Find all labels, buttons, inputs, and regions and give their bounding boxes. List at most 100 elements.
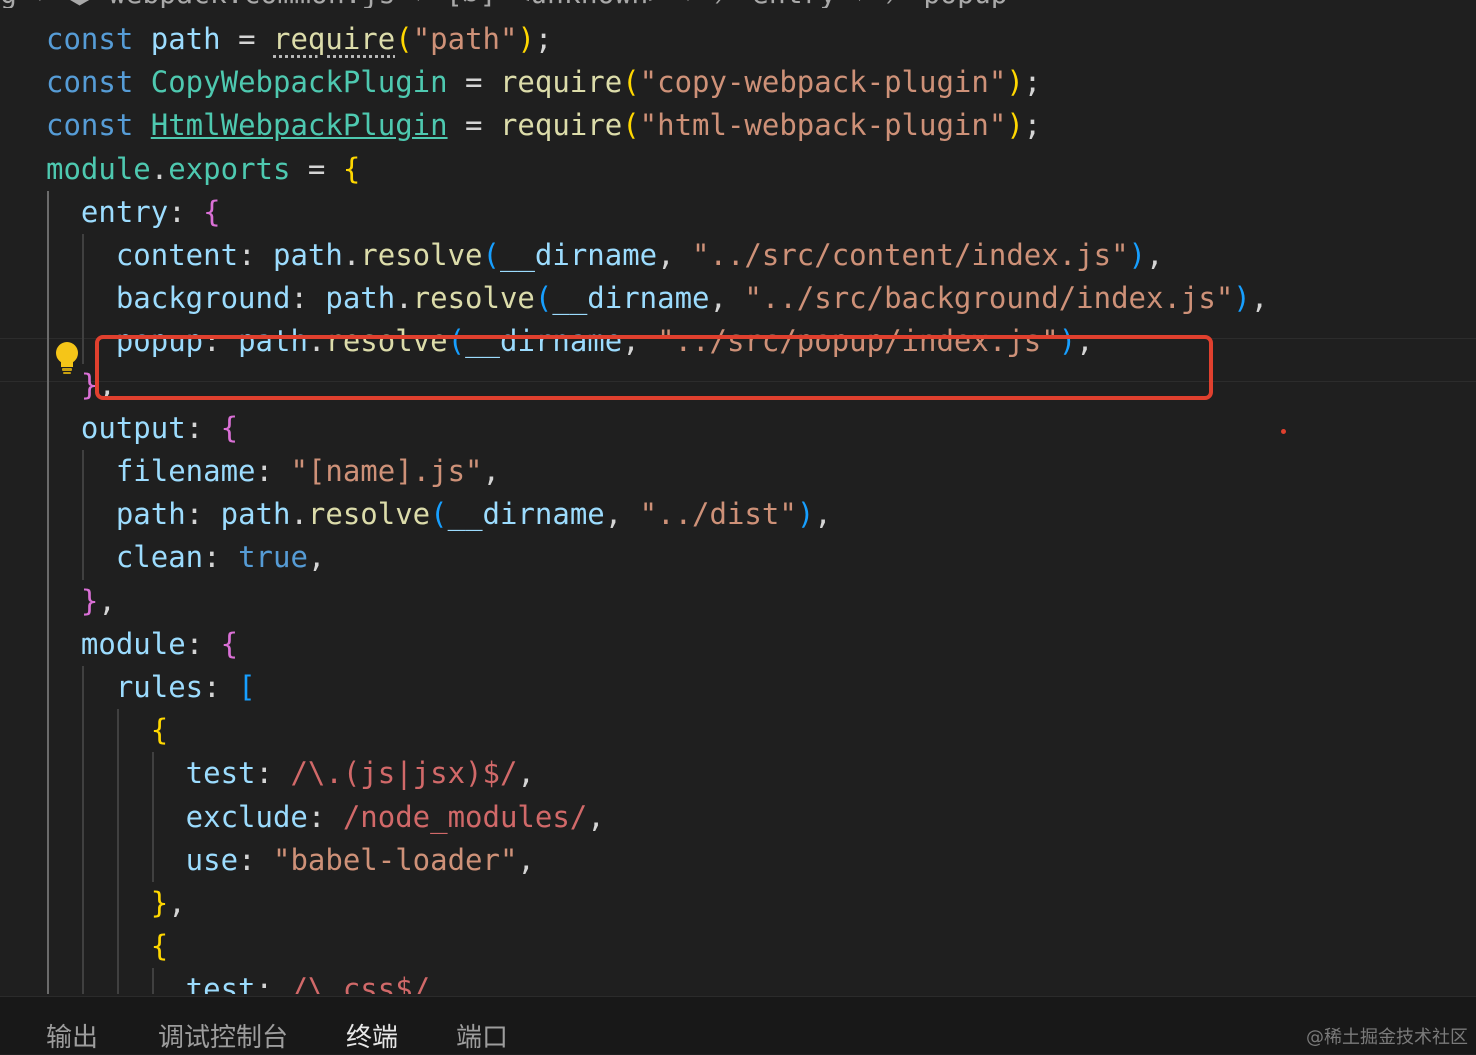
code-token: "../dist" — [639, 497, 797, 532]
code-token: ) — [796, 497, 815, 532]
code-token: , — [657, 238, 693, 272]
code-token: ) — [1233, 281, 1251, 316]
code-token: , — [709, 281, 745, 316]
code-token: . — [150, 151, 169, 186]
code-token: . — [290, 497, 308, 532]
code-token: test — [46, 756, 256, 791]
code-text: filename: "[name].js", — [46, 450, 500, 493]
bottom-panel: 输出 调试控制台 终端 端口 @稀土掘金技术社区 — [0, 996, 1476, 1054]
code-token: : — [255, 756, 291, 791]
code-token: resolve — [307, 497, 431, 532]
code-token: path — [325, 281, 396, 316]
code-token: entry — [46, 194, 169, 229]
code-token: { — [342, 151, 361, 186]
code-token: , — [517, 756, 535, 791]
code-token: } — [46, 583, 99, 618]
code-token: ; — [1023, 65, 1042, 100]
code-token: , — [168, 886, 186, 920]
code-token: : — [185, 410, 221, 445]
code-text: }, — [46, 580, 116, 623]
tab-terminal[interactable]: 终端 — [346, 1021, 398, 1055]
code-token: , — [98, 583, 116, 618]
code-token: /\.(js|jsx)$/ — [290, 756, 518, 791]
code-text: exclude: /node_modules/, — [46, 796, 605, 839]
code-token: : — [168, 194, 204, 229]
code-token: HtmlWebpackPlugin — [150, 108, 448, 143]
code-token: ( — [622, 108, 640, 143]
code-text: module: { — [46, 623, 238, 666]
code-token: require — [499, 108, 623, 143]
code-text: entry: { — [46, 191, 221, 234]
breadcrumb[interactable]: g › ⬢ webpack.common.js › [∅] <unknown> … — [0, 0, 1476, 8]
code-token: ( — [482, 238, 500, 272]
code-text: output: { — [46, 407, 238, 450]
code-token: ( — [534, 281, 553, 316]
code-token: module — [46, 626, 186, 661]
code-token: , — [587, 799, 605, 834]
code-token: const — [46, 108, 151, 143]
code-token: output — [46, 410, 186, 445]
code-token: : — [255, 972, 291, 994]
lightbulb-icon[interactable] — [53, 341, 81, 375]
code-token: , — [1250, 281, 1269, 316]
code-text: test: /\.css$/, — [46, 968, 448, 994]
code-text: use: "babel-loader", — [46, 839, 535, 882]
code-token: content — [46, 238, 239, 272]
tab-output[interactable]: 输出 — [46, 1021, 98, 1055]
code-token: : — [203, 670, 239, 704]
code-token: "babel-loader" — [272, 842, 518, 877]
annotation-highlight-box — [95, 335, 1213, 400]
code-token: clean — [46, 540, 204, 575]
code-token: , — [1146, 238, 1164, 272]
code-text: const CopyWebpackPlugin = require("copy-… — [46, 61, 1041, 104]
code-token: : — [255, 454, 291, 488]
code-text: module.exports = { — [46, 148, 360, 191]
code-text: test: /\.(js|jsx)$/, — [46, 752, 535, 795]
code-token: require — [273, 22, 396, 56]
code-token: = — [447, 65, 500, 100]
code-token: path — [272, 238, 343, 272]
code-text: background: path.resolve(__dirname, "../… — [46, 277, 1268, 320]
code-token: : — [185, 626, 221, 661]
code-token: = — [447, 108, 500, 143]
code-token: , — [814, 497, 832, 532]
code-token: require — [499, 65, 623, 100]
code-token: ; — [534, 22, 553, 56]
code-token: { — [46, 929, 169, 964]
code-text: path: path.resolve(__dirname, "../dist")… — [46, 493, 832, 536]
watermark: @稀土掘金技术社区 — [1306, 1027, 1468, 1048]
code-token: CopyWebpackPlugin — [150, 65, 448, 100]
code-text: const path = require("path"); — [46, 18, 552, 61]
code-token: filename — [46, 454, 256, 488]
code-text: { — [46, 709, 168, 752]
code-token: { — [220, 626, 239, 661]
code-token: path — [220, 497, 291, 532]
code-text: { — [46, 925, 168, 968]
code-token: [ — [238, 670, 256, 704]
code-token: rules — [46, 670, 204, 704]
code-token: : — [185, 497, 221, 532]
tab-debug-console[interactable]: 调试控制台 — [158, 1021, 288, 1055]
code-text: const HtmlWebpackPlugin = require("html-… — [46, 104, 1041, 147]
code-token: resolve — [412, 281, 535, 316]
code-token: { — [46, 713, 169, 748]
code-token: "html-webpack-plugin" — [639, 108, 1007, 143]
code-token: "../src/background/index.js" — [744, 281, 1234, 316]
code-token: __dirname — [499, 238, 658, 272]
code-token: exclude — [46, 799, 308, 834]
code-token: { — [220, 410, 239, 445]
code-token: : — [238, 238, 273, 272]
code-token: "copy-webpack-plugin" — [639, 65, 1007, 100]
annotation-dot — [1281, 429, 1286, 434]
code-token: { — [203, 194, 221, 229]
code-token: test — [46, 972, 256, 994]
code-editor[interactable]: const path = require("path"); const CopyW… — [0, 18, 1476, 994]
code-token: : — [290, 281, 326, 316]
tab-ports[interactable]: 端口 — [456, 1021, 508, 1055]
code-token: /node_modules/ — [342, 799, 588, 834]
code-token: ( — [622, 65, 640, 100]
code-text: }, — [46, 882, 186, 925]
code-token: const — [46, 65, 151, 100]
code-token: , — [482, 454, 500, 488]
code-token: __dirname — [552, 281, 710, 316]
